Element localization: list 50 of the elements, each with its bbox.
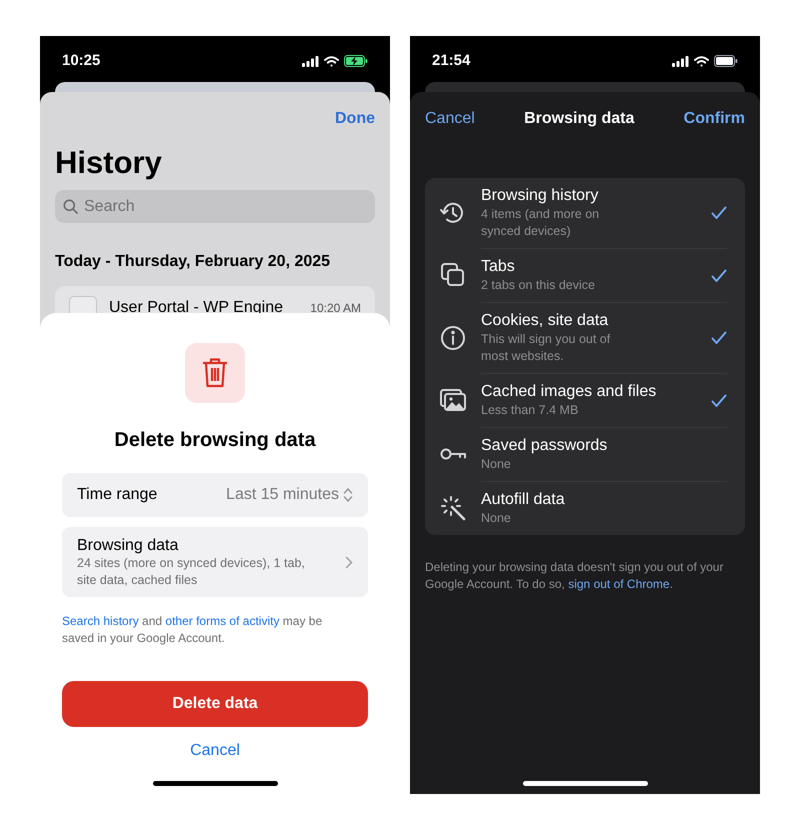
option-row[interactable]: Saved passwords None	[425, 427, 745, 481]
option-detail: This will sign you out of most websites.	[481, 331, 612, 365]
option-title: Cached images and files	[481, 382, 658, 402]
link[interactable]: Search history	[62, 614, 139, 628]
link[interactable]: sign out of Chrome	[568, 577, 670, 591]
wifi-icon	[324, 56, 339, 66]
sheet-title: Browsing data	[524, 109, 634, 129]
option-title: Browsing history	[481, 186, 600, 206]
date-heading: Today - Thursday, February 20, 2025	[55, 252, 332, 272]
option-row[interactable]: Autofill data None	[425, 481, 745, 535]
wifi-icon	[694, 56, 709, 66]
option-detail: None	[481, 456, 512, 473]
row-detail: 24 sites (more on synced devices), 1 tab, site data, cached files	[77, 554, 306, 588]
info-icon	[439, 324, 467, 352]
time-range-row[interactable]: Time range Last 15 minutes	[62, 473, 368, 517]
browsing-data-row[interactable]: Browsing data 24 sites (more on synced devices), 1 tab, site data, cached files	[62, 527, 368, 597]
confirm-button[interactable]: Confirm	[684, 107, 745, 131]
link[interactable]: other forms of activity	[165, 614, 280, 628]
option-row[interactable]: Browsing history 4 items (and more on synced devices)	[425, 178, 745, 248]
cancel-button[interactable]: Cancel	[425, 107, 475, 131]
sheet-title: Delete browsing data	[114, 428, 316, 453]
option-title: Autofill data	[481, 490, 566, 510]
chevron-up-down-icon	[343, 487, 353, 503]
magic-wand-icon	[439, 494, 467, 522]
trash-icon	[185, 343, 245, 403]
option-detail: None	[481, 510, 512, 527]
status-time: 10:25	[62, 50, 100, 71]
images-icon	[439, 386, 467, 414]
tabs-icon	[439, 261, 467, 289]
option-row[interactable]: Cookies, site data This will sign you out of most websites.	[425, 302, 745, 373]
signal-icon	[302, 56, 319, 66]
status-time: 21:54	[432, 50, 470, 71]
chevron-right-icon	[345, 556, 353, 568]
search-icon	[63, 199, 78, 214]
account-note: Search history and other forms of activity may be saved in your Google Account.	[62, 613, 324, 647]
footer-note: Deleting your browsing data doesn't sign you out of your Google Account. To do so, sign out of Chrome.	[425, 559, 724, 593]
option-title: Saved passwords	[481, 436, 608, 456]
option-detail: 2 tabs on this device	[481, 277, 596, 294]
option-detail: 4 items (and more on synced devices)	[481, 206, 600, 240]
option-row[interactable]: Cached images and files Less than 7.4 MB	[425, 373, 745, 427]
search-field[interactable]: Search	[55, 190, 375, 223]
row-title: Browsing data	[77, 536, 180, 554]
option-title: Tabs	[481, 257, 516, 277]
option-detail: Less than 7.4 MB	[481, 402, 580, 419]
option-title: Cookies, site data	[481, 311, 610, 331]
signal-icon	[672, 56, 689, 66]
cancel-button[interactable]: Cancel	[190, 739, 240, 763]
page-title: History	[55, 147, 163, 178]
delete-data-button[interactable]: Delete data	[62, 681, 368, 727]
option-row[interactable]: Tabs 2 tabs on this device	[425, 248, 745, 302]
